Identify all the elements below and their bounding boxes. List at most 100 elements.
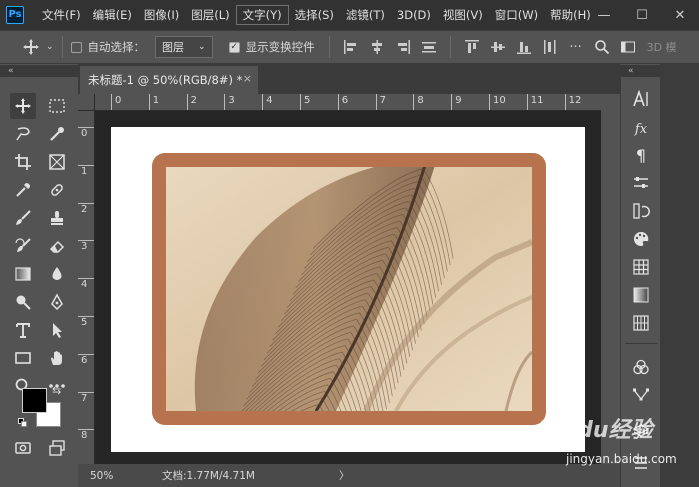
align-vcenter-icon[interactable] [490, 39, 506, 55]
menu-item[interactable]: 选择(S) [289, 5, 340, 25]
zoom-level[interactable]: 50% [78, 470, 122, 482]
workspace-icon[interactable] [620, 39, 636, 55]
horizontal-ruler[interactable]: 012345678910111213 [95, 94, 601, 111]
menu-item[interactable]: 图像(I) [138, 5, 185, 25]
canvas[interactable] [111, 127, 585, 452]
patterns-panel-icon[interactable] [631, 313, 651, 333]
vertical-ruler[interactable]: 0123456789 [78, 111, 95, 464]
menu-item[interactable]: 视图(V) [437, 5, 489, 25]
move-tool[interactable] [10, 93, 36, 119]
history-panel-icon[interactable] [631, 201, 651, 221]
paths-panel-icon[interactable] [631, 385, 651, 405]
ruler-tick-label: 2 [81, 203, 88, 215]
ruler-tick [78, 278, 94, 280]
gradient-tool[interactable] [10, 261, 36, 287]
adjustments-panel-icon[interactable] [631, 173, 651, 193]
auto-select-option[interactable]: 自动选择： [70, 39, 145, 55]
menu-item[interactable]: 3D(D) [391, 5, 437, 25]
shape-tool[interactable] [10, 345, 36, 371]
crop-tool[interactable] [10, 149, 36, 175]
default-colors-icon[interactable] [18, 418, 28, 428]
ruler-tick-label: 6 [81, 354, 88, 366]
menu-item[interactable]: 编辑(E) [87, 5, 138, 25]
align-right-icon[interactable] [395, 39, 411, 55]
hand-tool[interactable] [44, 345, 70, 371]
quick-select-tool[interactable] [44, 121, 70, 147]
marquee-icon [49, 99, 65, 113]
quick-mask-tool[interactable] [10, 435, 36, 461]
swatches-panel-icon[interactable] [631, 257, 651, 277]
path-select-tool[interactable] [44, 317, 70, 343]
menu-item[interactable]: 窗口(W) [489, 5, 544, 25]
stamp-tool[interactable] [44, 205, 70, 231]
pen-tool[interactable] [44, 289, 70, 315]
channels-panel-icon[interactable] [631, 357, 651, 377]
auto-select-checkbox[interactable] [70, 41, 82, 53]
minimize-button[interactable]: — [585, 0, 623, 30]
screen-mode-tool[interactable] [44, 435, 70, 461]
menu-item[interactable]: 图层(L) [185, 5, 235, 25]
brush-icon [16, 210, 31, 225]
show-transform-option[interactable]: ✓ 显示变换控件 [228, 39, 315, 55]
menu-item[interactable]: 文件(F) [36, 5, 87, 25]
ruler-tick-label: 6 [341, 95, 349, 106]
drop-icon [52, 267, 62, 280]
type-icon [16, 323, 30, 338]
ruler-tick [224, 94, 226, 110]
styles-panel-icon[interactable]: fx [631, 119, 651, 139]
search-icon[interactable] [594, 39, 610, 55]
type-tool[interactable] [10, 317, 36, 343]
lasso-tool[interactable] [10, 121, 36, 147]
swap-colors-icon[interactable]: ⇆ [52, 384, 61, 397]
blur-tool[interactable] [44, 261, 70, 287]
character-panel-icon[interactable] [631, 89, 651, 109]
show-transform-checkbox[interactable]: ✓ [228, 41, 240, 53]
foreground-color-swatch[interactable] [22, 388, 47, 413]
auto-select-target-dropdown[interactable]: 图层 ⌄ [155, 36, 213, 58]
spot-heal-tool[interactable] [44, 177, 70, 203]
dock-area [660, 64, 699, 487]
ruler-tick [111, 94, 112, 110]
close-tab-icon[interactable]: × [243, 72, 252, 85]
gradients-panel-icon[interactable] [631, 285, 651, 305]
maximize-button[interactable]: ☐ [623, 0, 661, 30]
align-bottom-icon[interactable] [516, 39, 532, 55]
pasteboard[interactable] [95, 111, 601, 464]
quick-mask-icon [15, 442, 31, 454]
ruler-tick-label: 3 [81, 241, 88, 253]
ruler-tick [375, 94, 377, 110]
eyedropper-tool[interactable] [10, 177, 36, 203]
more-options-icon[interactable]: ··· [568, 39, 584, 55]
frame-tool[interactable] [44, 149, 70, 175]
ruler-tick-label: 12 [568, 95, 582, 106]
toolbox-collapse[interactable]: « [0, 65, 78, 77]
layers-panel-icon[interactable] [631, 421, 651, 441]
history-brush-tool[interactable] [10, 233, 36, 259]
distribute-vertical-icon[interactable] [542, 39, 558, 55]
distribute-icon[interactable] [421, 39, 437, 55]
eraser-tool[interactable] [44, 233, 70, 259]
status-arrow-icon[interactable]: 〉 [339, 468, 350, 483]
color-panel-icon[interactable] [631, 229, 651, 249]
dodge-tool[interactable] [10, 289, 36, 315]
vertical-scrollbar[interactable] [601, 94, 620, 464]
ruler-tick [78, 127, 94, 128]
marquee-tool[interactable] [44, 93, 70, 119]
move-tool-preset[interactable]: ⌄ [22, 38, 54, 56]
menu-item[interactable]: 滤镜(T) [340, 5, 391, 25]
align-top-icon[interactable] [464, 39, 480, 55]
align-left-icon[interactable] [343, 39, 359, 55]
ruler-tick [526, 94, 528, 110]
divider [328, 36, 330, 58]
paragraph-panel-icon[interactable]: ¶ [631, 145, 651, 165]
ruler-tick-label: 4 [81, 279, 88, 291]
ruler-tick [78, 353, 94, 355]
brush-tool[interactable] [10, 205, 36, 231]
panel-collapse[interactable]: « [620, 65, 660, 77]
ruler-origin[interactable] [78, 94, 95, 111]
properties-panel-icon[interactable] [631, 453, 651, 473]
align-hcenter-icon[interactable] [369, 39, 385, 55]
menu-item[interactable]: 文字(Y) [235, 5, 289, 25]
document-tab[interactable]: 未标题-1 @ 50%(RGB/8#) * × [80, 66, 258, 94]
close-button[interactable]: ✕ [661, 0, 699, 30]
